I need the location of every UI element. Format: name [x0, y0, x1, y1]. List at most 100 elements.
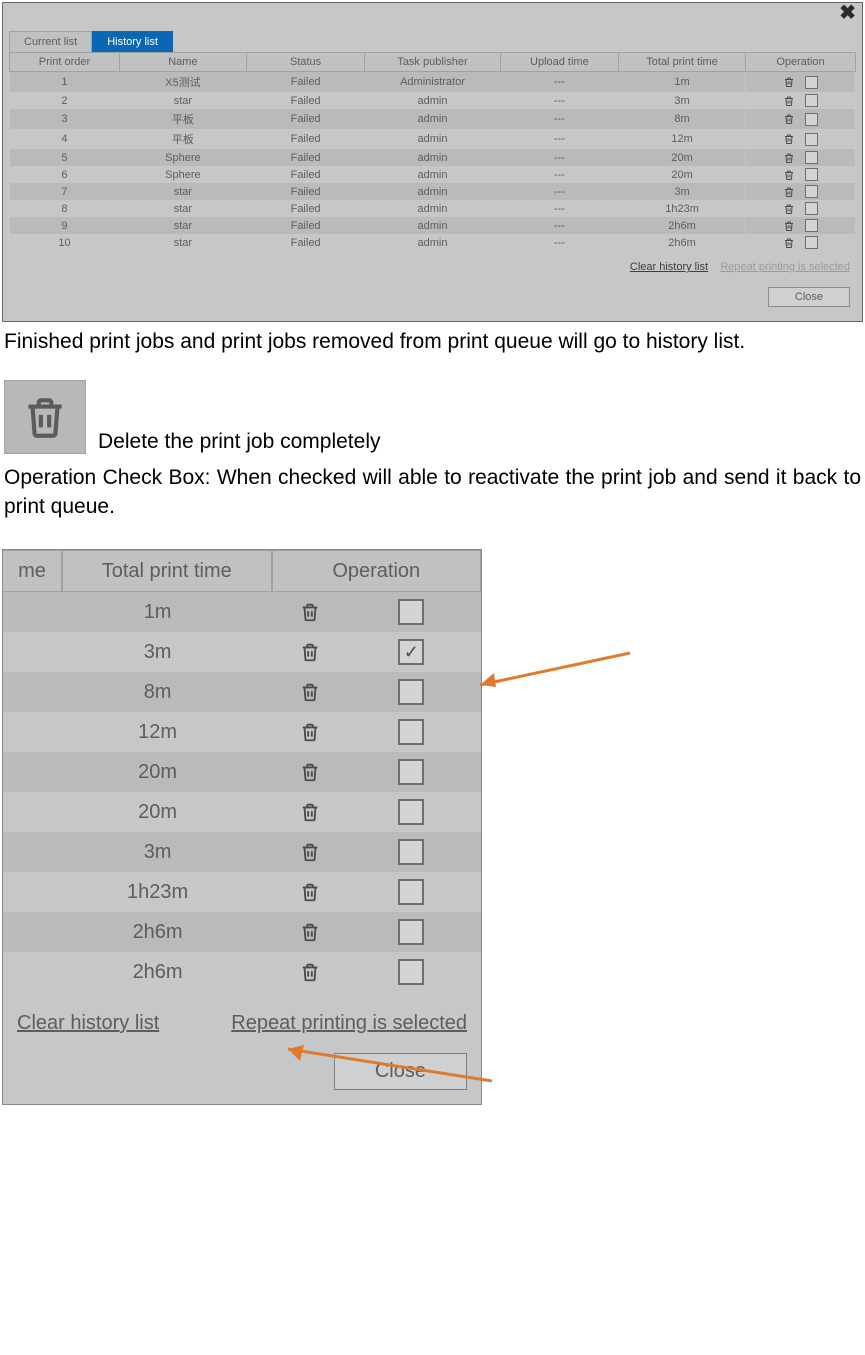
tab-history-list[interactable]: History list [92, 31, 173, 52]
cell-publisher: admin [365, 200, 500, 217]
select-checkbox[interactable] [398, 839, 424, 865]
trash-icon[interactable] [783, 168, 795, 180]
trash-icon[interactable] [783, 219, 795, 231]
select-checkbox[interactable] [805, 219, 818, 232]
table-row: 2starFailedadmin---3m [10, 92, 856, 109]
cell-time: 20m [619, 149, 746, 166]
select-checkbox[interactable] [805, 236, 818, 249]
trash-icon[interactable] [299, 601, 321, 624]
select-checkbox[interactable] [398, 639, 424, 665]
cell-time: 12m [61, 721, 254, 744]
trash-icon[interactable] [783, 236, 795, 248]
cell-operation [745, 72, 855, 93]
cell-name: star [119, 183, 246, 200]
table-row: 1h23m [3, 872, 481, 912]
cell-upload: --- [500, 72, 618, 93]
cell-operation [745, 234, 855, 251]
trash-icon[interactable] [783, 151, 795, 163]
cell-name: X5测试 [119, 72, 246, 93]
cell-name: star [119, 92, 246, 109]
select-checkbox[interactable] [398, 799, 424, 825]
column-header: Upload time [500, 53, 618, 72]
trash-icon[interactable] [783, 185, 795, 197]
cell-status: Failed [246, 200, 364, 217]
cell-status: Failed [246, 149, 364, 166]
dialog-links: Clear history list Repeat printing is se… [9, 251, 856, 273]
cell-time: 2h6m [619, 217, 746, 234]
cell-time: 8m [619, 109, 746, 129]
trash-icon[interactable] [783, 76, 795, 88]
trash-icon[interactable] [783, 133, 795, 145]
table-row: 20m [3, 792, 481, 832]
select-checkbox[interactable] [805, 202, 818, 215]
repeat-printing-link[interactable]: Repeat printing is selected [231, 1012, 467, 1035]
cell-publisher: admin [365, 183, 500, 200]
cell-time: 1h23m [61, 881, 254, 904]
cell-status: Failed [246, 72, 364, 93]
cell-time: 3m [619, 183, 746, 200]
trash-icon[interactable] [783, 113, 795, 125]
close-button[interactable]: Close [334, 1053, 467, 1090]
select-checkbox[interactable] [805, 185, 818, 198]
cell-operation [745, 217, 855, 234]
select-checkbox[interactable] [805, 133, 818, 146]
select-checkbox[interactable] [805, 113, 818, 126]
select-checkbox[interactable] [398, 959, 424, 985]
paragraph-2: Operation Check Box: When checked will a… [0, 458, 865, 521]
clear-history-link[interactable]: Clear history list [17, 1012, 159, 1035]
cell-publisher: admin [365, 109, 500, 129]
tab-bar: Current list History list [9, 31, 856, 52]
select-checkbox[interactable] [398, 719, 424, 745]
cell-time: 2h6m [619, 234, 746, 251]
cell-time: 20m [619, 166, 746, 183]
cell-order: 3 [10, 109, 120, 129]
select-checkbox[interactable] [398, 919, 424, 945]
cell-publisher: admin [365, 166, 500, 183]
cell-publisher: admin [365, 234, 500, 251]
trash-icon[interactable] [299, 681, 321, 704]
select-checkbox[interactable] [805, 168, 818, 181]
cell-time: 2h6m [61, 921, 254, 944]
tab-current-list[interactable]: Current list [9, 31, 92, 52]
table-row: 20m [3, 752, 481, 792]
trash-icon[interactable] [783, 202, 795, 214]
cell-order: 6 [10, 166, 120, 183]
cell-name: 平板 [119, 129, 246, 149]
delete-caption: Delete the print job completely [98, 430, 381, 454]
select-checkbox[interactable] [398, 879, 424, 905]
cell-upload: --- [500, 149, 618, 166]
cell-status: Failed [246, 166, 364, 183]
trash-icon[interactable] [783, 94, 795, 106]
cell-operation [745, 183, 855, 200]
select-checkbox[interactable] [398, 599, 424, 625]
arrow-to-checkbox [470, 645, 640, 710]
trash-icon[interactable] [299, 721, 321, 744]
trash-icon[interactable] [299, 841, 321, 864]
cell-operation [745, 149, 855, 166]
trash-icon[interactable] [299, 801, 321, 824]
select-checkbox[interactable] [805, 94, 818, 107]
table-row: 6SphereFailedadmin---20m [10, 166, 856, 183]
cell-status: Failed [246, 92, 364, 109]
crop-links: Clear history list Repeat printing is se… [3, 992, 481, 1043]
trash-icon[interactable] [299, 641, 321, 664]
select-checkbox[interactable] [805, 76, 818, 89]
cell-operation [745, 129, 855, 149]
close-button[interactable]: Close [768, 287, 850, 307]
column-header: Status [246, 53, 364, 72]
trash-icon[interactable] [299, 881, 321, 904]
cell-order: 8 [10, 200, 120, 217]
cell-name: 平板 [119, 109, 246, 129]
close-icon[interactable]: ✖ [839, 3, 856, 23]
trash-icon[interactable] [299, 961, 321, 984]
select-checkbox[interactable] [398, 759, 424, 785]
cell-operation [745, 92, 855, 109]
clear-history-link[interactable]: Clear history list [630, 261, 708, 273]
select-checkbox[interactable] [805, 151, 818, 164]
table-row: 3m [3, 632, 481, 672]
cell-name: star [119, 234, 246, 251]
table-row: 1X5测试FailedAdministrator---1m [10, 72, 856, 93]
trash-icon[interactable] [299, 761, 321, 784]
select-checkbox[interactable] [398, 679, 424, 705]
trash-icon[interactable] [299, 921, 321, 944]
